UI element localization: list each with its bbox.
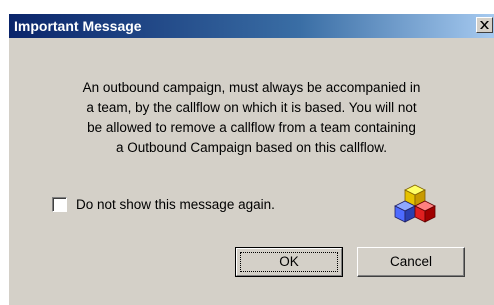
dialog-title: Important Message xyxy=(14,18,142,34)
message-text: An outbound campaign, must always be acc… xyxy=(9,78,494,158)
colored-cubes-icon xyxy=(394,184,436,223)
close-icon xyxy=(480,21,489,29)
dont-show-again-label[interactable]: Do not show this message again. xyxy=(76,197,275,212)
message-line: a team, by the callflow on which it is b… xyxy=(86,100,417,115)
dialog-body: An outbound campaign, must always be acc… xyxy=(9,38,494,305)
dont-show-again-option[interactable]: Do not show this message again. xyxy=(52,195,275,213)
message-line: a Outbound Campaign based on this callfl… xyxy=(116,140,387,155)
important-message-dialog: Important Message An outbound campaign, … xyxy=(0,0,494,305)
close-button[interactable] xyxy=(476,17,493,33)
title-bar[interactable]: Important Message xyxy=(9,14,494,38)
cancel-button[interactable]: Cancel xyxy=(357,247,465,277)
dont-show-again-checkbox[interactable] xyxy=(52,196,67,212)
ok-button[interactable]: OK xyxy=(235,247,343,277)
message-line: An outbound campaign, must always be acc… xyxy=(82,80,421,95)
ok-button-label: OK xyxy=(279,254,299,269)
message-line: be allowed to remove a callflow from a t… xyxy=(87,120,416,135)
